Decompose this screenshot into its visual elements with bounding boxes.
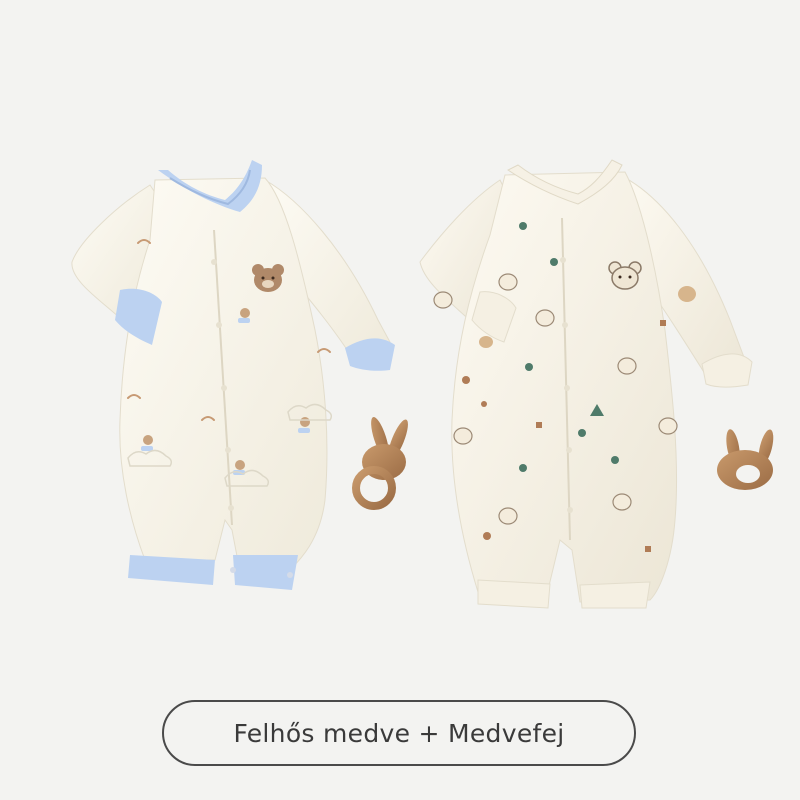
wooden-bunny-teether-right xyxy=(717,429,774,490)
variant-caption-pill: Felhős medve + Medvefej xyxy=(162,700,636,766)
wooden-bunny-teether xyxy=(352,416,408,510)
cloud-bear-onesie xyxy=(71,160,395,590)
bear-head-onesie xyxy=(419,159,753,609)
product-photo xyxy=(71,159,774,609)
variant-caption: Felhős medve + Medvefej xyxy=(233,718,565,748)
